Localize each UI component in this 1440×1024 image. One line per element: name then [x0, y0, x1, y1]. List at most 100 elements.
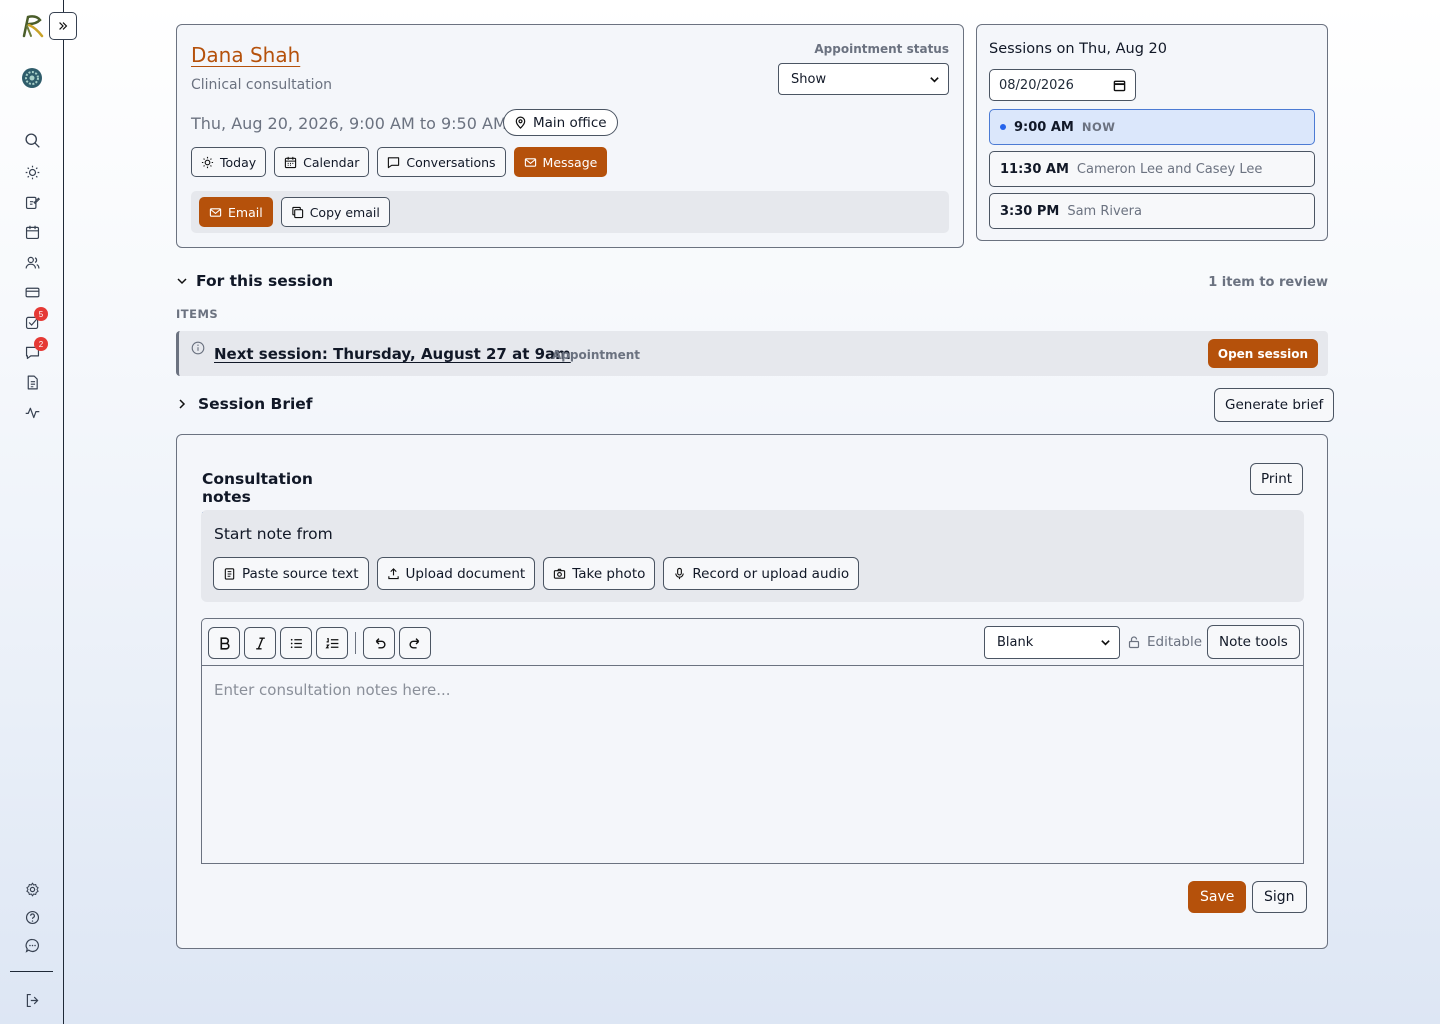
conversations-label: Conversations	[406, 154, 496, 170]
take-photo-button[interactable]: Take photo	[543, 557, 656, 590]
client-name-link[interactable]: Dana Shah	[191, 43, 300, 67]
sidebar-messages[interactable]: 2	[22, 337, 48, 362]
search-icon	[24, 132, 40, 148]
info-icon	[191, 341, 205, 355]
upload-document-label: Upload document	[405, 565, 526, 582]
session-date-input[interactable]: 08/20/2026	[989, 69, 1136, 101]
sidebar-documents[interactable]	[22, 372, 42, 392]
sidebar-today[interactable]	[22, 162, 42, 182]
editable-label: Editable	[1147, 634, 1203, 650]
calendar-icon	[284, 156, 297, 168]
session-brief-toggle[interactable]: Session Brief	[176, 395, 313, 413]
email-actions-panel: Email Copy email	[191, 191, 949, 233]
record-audio-button[interactable]: Record or upload audio	[663, 557, 860, 590]
calendar-icon[interactable]	[1113, 79, 1126, 92]
session-date-value: 08/20/2026	[999, 77, 1074, 93]
sidebar-calendar[interactable]	[22, 222, 42, 242]
sidebar-activity[interactable]	[22, 402, 42, 422]
paste-source-button[interactable]: Paste source text	[213, 557, 369, 590]
map-pin-icon	[515, 116, 526, 129]
sidebar-search[interactable]	[22, 130, 42, 150]
italic-button[interactable]	[244, 627, 276, 659]
notes-card: Consultation notes Print Start note from…	[176, 434, 1328, 949]
sun-icon	[201, 156, 214, 168]
notes-textarea[interactable]: Enter consultation notes here...	[214, 681, 451, 699]
start-note-title: Start note from	[214, 525, 333, 543]
session-client: Sam Rivera	[1067, 203, 1142, 219]
sessions-card: Sessions on Thu, Aug 20 08/20/2026 9:00 …	[976, 24, 1328, 241]
camera-icon	[554, 568, 566, 579]
template-select[interactable]: Blank	[984, 626, 1120, 659]
users-icon	[25, 256, 39, 269]
save-button[interactable]: Save	[1188, 881, 1247, 913]
location-label: Main office	[533, 114, 607, 131]
items-label: ITEMS	[176, 307, 219, 321]
redo-icon	[409, 637, 419, 648]
session-item-now[interactable]: 9:00 AM NOW	[989, 109, 1315, 145]
status-value: Show	[791, 71, 827, 87]
sidebar-help[interactable]	[22, 907, 42, 927]
take-photo-label: Take photo	[572, 565, 646, 582]
numbered-list-button[interactable]	[316, 627, 348, 659]
logout-icon	[26, 993, 38, 1007]
sidebar-feedback[interactable]	[22, 935, 42, 955]
sidebar-tasks[interactable]: 5	[22, 307, 48, 332]
appointment-status-select[interactable]: Show	[778, 63, 949, 95]
today-button[interactable]: Today	[191, 147, 267, 177]
note-tools-button[interactable]: Note tools	[1207, 625, 1300, 659]
open-session-button[interactable]: Open session	[1207, 339, 1318, 368]
print-button[interactable]: Print	[1250, 463, 1304, 495]
editor-toolbar: Blank Editable Note tools	[202, 619, 1303, 666]
message-button[interactable]: Message	[513, 147, 608, 177]
expand-sidebar-button[interactable]	[49, 12, 77, 40]
session-item[interactable]: 3:30 PM Sam Rivera	[989, 193, 1315, 229]
edit-note-icon	[25, 196, 40, 209]
location-chip[interactable]: Main office	[503, 109, 618, 136]
session-time: 11:30 AM	[1000, 161, 1069, 177]
sidebar-billing[interactable]	[22, 282, 42, 302]
calendar-label: Calendar	[303, 154, 360, 170]
now-dot-icon	[1000, 124, 1006, 130]
conversations-button[interactable]: Conversations	[377, 147, 506, 177]
italic-icon	[255, 636, 265, 650]
redo-button[interactable]	[399, 627, 431, 659]
now-label: NOW	[1081, 120, 1116, 134]
upload-icon	[387, 568, 399, 580]
double-chevron-right-icon	[59, 22, 68, 30]
toolbar-divider	[355, 632, 356, 654]
sign-button[interactable]: Sign	[1252, 881, 1307, 913]
session-item[interactable]: 11:30 AM Cameron Lee and Casey Lee	[989, 151, 1315, 187]
calendar-button[interactable]: Calendar	[274, 147, 370, 177]
sidebar-clients[interactable]	[22, 252, 42, 272]
tab-consultation-notes[interactable]: Consultation notes	[202, 470, 349, 514]
copy-icon	[291, 206, 303, 218]
appointment-card: Dana Shah Clinical consultation Appointm…	[176, 24, 964, 248]
start-note-panel: Start note from Paste source text Upload…	[201, 510, 1304, 602]
sidebar-settings[interactable]	[22, 879, 42, 899]
app-logo[interactable]	[18, 12, 46, 40]
next-session-link[interactable]: Next session: Thursday, August 27 at 9am	[214, 345, 571, 363]
bullet-list-button[interactable]	[280, 627, 312, 659]
sidebar-notes[interactable]	[22, 192, 42, 212]
editable-indicator[interactable]: Editable	[1127, 634, 1202, 650]
bold-button[interactable]	[208, 627, 240, 659]
chevron-down-icon	[177, 278, 187, 285]
sidebar-logout[interactable]	[22, 990, 42, 1010]
microphone-icon	[675, 567, 685, 580]
org-avatar[interactable]	[20, 66, 44, 90]
calendar-icon	[25, 225, 39, 239]
email-button[interactable]: Email	[199, 197, 273, 227]
upload-document-button[interactable]: Upload document	[376, 557, 536, 590]
appointment-type: Clinical consultation	[191, 77, 333, 93]
for-session-toggle[interactable]: For this session	[176, 272, 333, 290]
review-item-kind: Appointment	[552, 348, 641, 362]
review-count: 1 item to review	[1208, 275, 1328, 290]
chevron-right-icon	[179, 399, 186, 409]
review-item: Next session: Thursday, August 27 at 9am…	[176, 331, 1328, 376]
generate-brief-button[interactable]: Generate brief	[1214, 388, 1335, 422]
copy-email-button[interactable]: Copy email	[280, 197, 390, 227]
mail-icon	[209, 207, 222, 217]
clipboard-icon	[224, 568, 235, 580]
activity-icon	[25, 407, 39, 418]
undo-button[interactable]	[363, 627, 395, 659]
